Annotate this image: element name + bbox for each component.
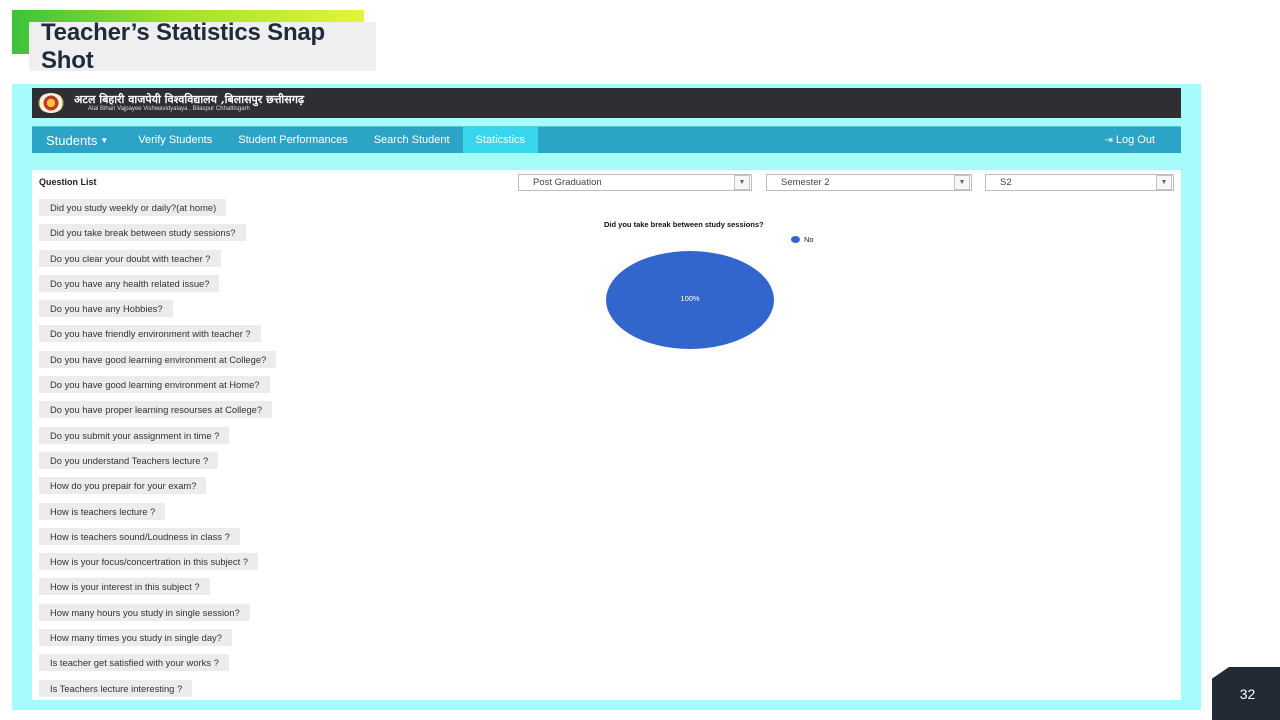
question-item[interactable]: Do you have proper learning resourses at… xyxy=(39,401,273,419)
university-name-hindi: अटल बिहारी वाजपेयी विश्वविद्यालय ,बिलासप… xyxy=(74,93,305,106)
nav-statistics[interactable]: Staticstics xyxy=(462,127,539,153)
question-item[interactable]: How is teachers sound/Loudness in class … xyxy=(39,527,240,545)
logout-link[interactable]: ⇥ Log Out xyxy=(1104,134,1181,146)
question-item[interactable]: Do you have good learning environment at… xyxy=(39,350,277,368)
question-item[interactable]: Do you clear your doubt with teacher ? xyxy=(39,249,221,267)
legend-label-no: No xyxy=(804,235,814,244)
question-item[interactable]: Is Teachers lecture interesting ? xyxy=(39,679,193,697)
logout-icon: ⇥ xyxy=(1104,134,1113,146)
statistics-panel: Question List Did you study weekly or da… xyxy=(32,170,1181,700)
chart-title: Did you take break between study session… xyxy=(604,220,764,229)
question-item[interactable]: Do you understand Teachers lecture ? xyxy=(39,451,219,469)
question-item[interactable]: Do you have friendly environment with te… xyxy=(39,325,261,343)
chevron-down-icon: ▼ xyxy=(1156,175,1172,190)
question-item[interactable]: Is teacher get satisfied with your works… xyxy=(39,654,229,672)
question-item[interactable]: Did you study weekly or daily?(at home) xyxy=(39,199,227,216)
question-item[interactable]: Do you have good learning environment at… xyxy=(39,376,270,394)
question-item[interactable]: Do you submit your assignment in time ? xyxy=(39,426,230,444)
caret-down-icon: ▼ xyxy=(100,135,109,145)
university-logo-icon xyxy=(38,93,64,113)
chart-legend: No xyxy=(791,235,814,244)
chevron-down-icon: ▼ xyxy=(954,175,970,190)
program-select[interactable]: Post Graduation ▼ xyxy=(518,174,752,191)
slide-title: Teacher’s Statistics Snap Shot xyxy=(41,18,326,74)
subject-select-value: S2 xyxy=(1000,177,1012,188)
nav-search-student[interactable]: Search Student xyxy=(361,127,463,153)
question-item[interactable]: How is your interest in this subject ? xyxy=(39,578,210,596)
question-item[interactable]: How many times you study in single day? xyxy=(39,629,232,647)
legend-marker-no xyxy=(791,236,800,243)
university-header: अटल बिहारी वाजपेयी विश्वविद्यालय ,बिलासप… xyxy=(32,88,1181,118)
question-item[interactable]: How is teachers lecture ? xyxy=(39,502,166,520)
nav-students-label: Students xyxy=(46,132,98,148)
question-item[interactable]: How many hours you study in single sessi… xyxy=(39,603,250,621)
question-item[interactable]: Did you take break between study session… xyxy=(39,224,246,242)
subject-select[interactable]: S2 ▼ xyxy=(985,174,1174,191)
app-screenshot: अटल बिहारी वाजपेयी विश्वविद्यालय ,बिलासप… xyxy=(12,84,1201,710)
nav-verify-students[interactable]: Verify Students xyxy=(125,127,225,153)
logout-label: Log Out xyxy=(1115,134,1155,146)
semester-select-value: Semester 2 xyxy=(781,177,830,188)
pie-data-label: 100% xyxy=(680,294,700,303)
question-item[interactable]: How do you prepair for your exam? xyxy=(39,477,207,495)
question-item[interactable]: How is your focus/concertration in this … xyxy=(39,553,259,571)
slide-title-box: Teacher’s Statistics Snap Shot xyxy=(29,19,376,74)
main-nav: Students ▼ Verify Students Student Perfo… xyxy=(32,126,1181,153)
program-select-value: Post Graduation xyxy=(533,177,602,188)
question-item[interactable]: Do you have any Hobbies? xyxy=(39,300,173,318)
university-name-english: Atal Bihari Vajpayee Vishwavidyalaya , B… xyxy=(88,106,250,112)
question-list: Did you study weekly or daily?(at home) D… xyxy=(39,198,277,704)
nav-student-performances[interactable]: Student Performances xyxy=(225,127,360,153)
question-item[interactable]: Do you have any health related issue? xyxy=(39,274,220,292)
chevron-down-icon: ▼ xyxy=(734,175,750,190)
nav-students-dropdown[interactable]: Students ▼ xyxy=(32,127,125,153)
semester-select[interactable]: Semester 2 ▼ xyxy=(766,174,972,191)
page-number: 32 xyxy=(1212,667,1280,720)
question-list-title: Question List xyxy=(39,177,97,187)
